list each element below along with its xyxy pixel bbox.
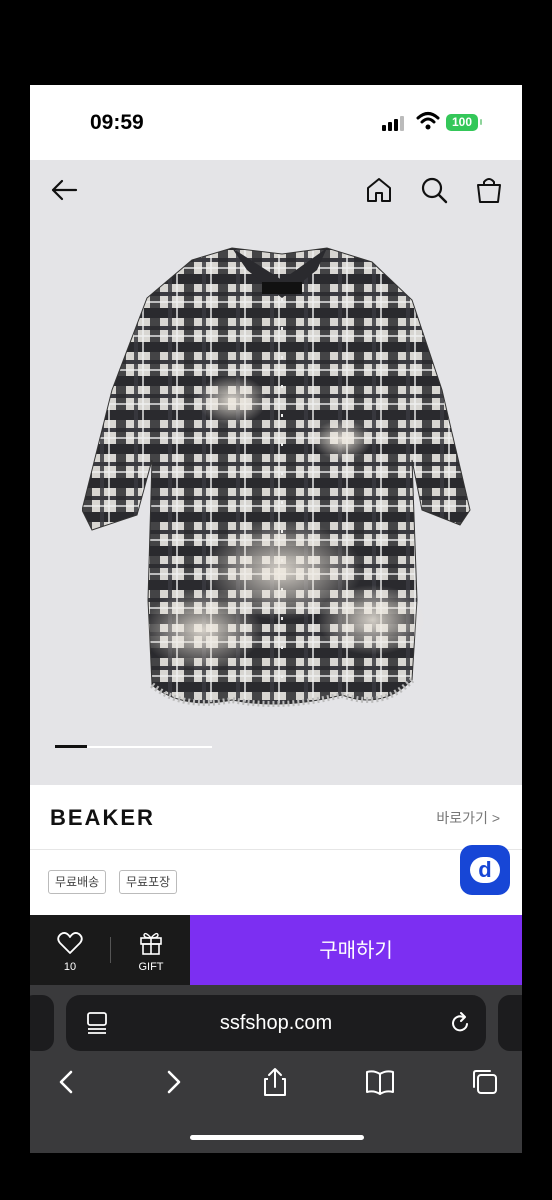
back-arrow-icon[interactable] (48, 174, 80, 206)
heart-icon (57, 932, 83, 954)
tag-free-wrapping: 무료포장 (119, 870, 178, 894)
bookmarks-icon[interactable] (365, 1067, 395, 1097)
wifi-icon (416, 112, 440, 130)
share-icon[interactable] (260, 1067, 290, 1097)
url-text: ssfshop.com (219, 1012, 333, 1034)
gift-button[interactable]: GIFT (112, 915, 190, 985)
divider (110, 937, 111, 963)
gift-label: GIFT (138, 961, 164, 973)
brand-row: BEAKER 바로가기 > (30, 785, 522, 850)
gift-icon (140, 932, 162, 955)
battery-icon: 100 (446, 114, 478, 131)
carousel-progress-indicator (55, 745, 87, 748)
next-tab-preview[interactable] (498, 995, 522, 1051)
search-icon[interactable] (418, 174, 450, 206)
status-time: 09:59 (90, 111, 144, 134)
like-button[interactable]: 10 (30, 915, 110, 985)
status-bar: 09:59 100 (30, 85, 522, 160)
reload-icon[interactable] (448, 1011, 472, 1035)
tabs-icon[interactable] (470, 1067, 500, 1097)
browser-back-icon[interactable] (52, 1067, 82, 1097)
home-icon[interactable] (363, 174, 395, 206)
benefit-tags: 무료배송 무료포장 (30, 850, 522, 915)
browser-toolbar: ssfshop.com (30, 985, 522, 1153)
address-bar[interactable]: ssfshop.com (66, 995, 486, 1051)
like-count: 10 (63, 961, 77, 973)
previous-tab-preview[interactable] (30, 995, 54, 1051)
tag-free-shipping: 무료배송 (48, 870, 107, 894)
buy-button[interactable]: 구매하기 (190, 915, 522, 985)
d-app-badge[interactable]: d (460, 845, 510, 895)
battery-tip (480, 119, 482, 125)
purchase-bar: 10 GIFT 구매하기 (30, 915, 522, 985)
product-image-carousel[interactable] (30, 160, 522, 785)
shopping-bag-icon[interactable] (473, 174, 505, 206)
product-image-plaid-shirt (82, 247, 471, 707)
cellular-signal-icon (382, 115, 406, 131)
browser-forward-icon[interactable] (158, 1067, 188, 1097)
brand-shortcut-link[interactable]: 바로가기 > (436, 808, 500, 828)
top-navigation (30, 160, 522, 220)
phone-screen: 09:59 100 BEAKER 바로가기 > 무료배송 무료포장 d 10 G… (30, 85, 522, 1153)
home-indicator (190, 1135, 364, 1140)
brand-logo[interactable]: BEAKER (50, 805, 155, 831)
d-logo-icon: d (470, 857, 500, 883)
